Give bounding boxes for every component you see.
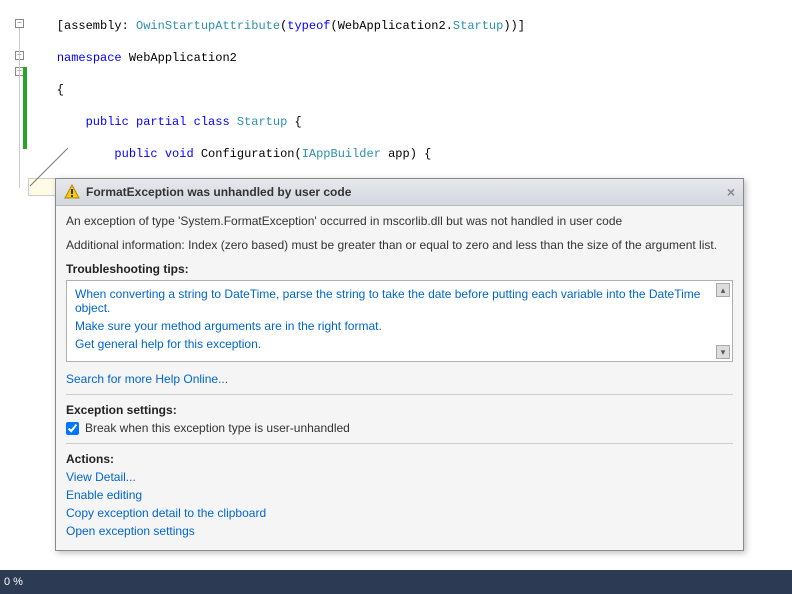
exception-title: FormatException was unhandled by user co… xyxy=(86,185,351,199)
break-unhandled-label: Break when this exception type is user-u… xyxy=(85,421,350,435)
divider xyxy=(66,443,733,444)
exception-settings-title: Exception settings: xyxy=(66,403,733,417)
view-detail-link[interactable]: View Detail... xyxy=(66,470,733,484)
exception-additional-info: Additional information: Index (zero base… xyxy=(66,238,733,252)
tip-link[interactable]: When converting a string to DateTime, pa… xyxy=(75,287,724,315)
break-unhandled-checkbox[interactable] xyxy=(66,422,79,435)
actions-title: Actions: xyxy=(66,452,733,466)
close-icon[interactable]: × xyxy=(727,185,735,199)
enable-editing-link[interactable]: Enable editing xyxy=(66,488,733,502)
scroll-down-icon[interactable]: ▾ xyxy=(716,345,730,359)
scroll-up-icon[interactable]: ▴ xyxy=(716,283,730,297)
tip-link[interactable]: Get general help for this exception. xyxy=(75,337,724,351)
copy-detail-link[interactable]: Copy exception detail to the clipboard xyxy=(66,506,733,520)
search-help-link[interactable]: Search for more Help Online... xyxy=(66,372,733,386)
troubleshooting-title: Troubleshooting tips: xyxy=(66,262,733,276)
exception-message: An exception of type 'System.FormatExcep… xyxy=(66,214,733,228)
exception-popup: FormatException was unhandled by user co… xyxy=(55,178,744,551)
tip-link[interactable]: Make sure your method arguments are in t… xyxy=(75,319,724,333)
warning-icon xyxy=(64,184,80,200)
status-bar: 0 % xyxy=(0,570,792,594)
divider xyxy=(66,394,733,395)
tips-list: When converting a string to DateTime, pa… xyxy=(66,280,733,362)
open-settings-link[interactable]: Open exception settings xyxy=(66,524,733,538)
zoom-level[interactable]: 0 % xyxy=(4,576,23,588)
exception-header[interactable]: FormatException was unhandled by user co… xyxy=(56,179,743,206)
